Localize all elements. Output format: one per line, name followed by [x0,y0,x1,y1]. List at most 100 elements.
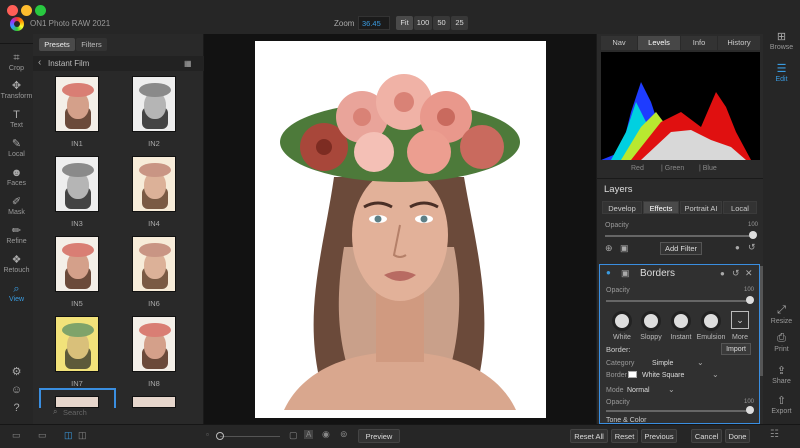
style-white-icon[interactable] [612,311,632,331]
zoom-fit-button[interactable]: Fit [396,16,413,30]
tab-develop[interactable]: Develop [602,201,642,214]
tab-nav[interactable]: Nav [601,36,637,50]
tool-view[interactable]: ⌕ View [0,283,33,303]
focus-mask-icon[interactable]: ⊚ [340,429,348,440]
opacity-slider[interactable] [605,235,755,237]
tab-levels[interactable]: Levels [638,36,680,50]
zoom-50-button[interactable]: 50 [433,16,450,30]
preset-thumbnail[interactable] [55,236,99,292]
tab-portrait-ai[interactable]: Portrait AI [680,201,722,214]
image-canvas[interactable] [204,34,596,424]
zoom-25-button[interactable]: 25 [451,16,468,30]
reset-all-button[interactable]: Reset All [570,429,608,443]
border-opacity-knob[interactable] [746,296,754,304]
chevron-down-icon[interactable]: ⌄ [731,311,749,329]
tool-local[interactable]: ✎ Local [0,138,33,158]
mask-overlay-icon[interactable]: ◉ [322,429,330,440]
tab-info[interactable]: Info [681,36,717,50]
reset-icon[interactable]: ↺ [748,242,756,253]
chevron-down-icon[interactable]: ⌄ [712,370,719,379]
tool-text[interactable]: T Text [0,109,33,129]
module-browse[interactable]: ⊞ Browse [763,30,800,51]
zoom-input[interactable]: 36.45 [358,16,390,30]
tone-color-section[interactable]: Tone & Color [606,417,646,424]
module-edit[interactable]: ☰ Edit [763,62,800,83]
zoom-out-icon[interactable]: ▫ [206,430,209,439]
crop-overlay-icon[interactable]: ▢ [289,430,298,441]
settings-icon[interactable]: ● [735,243,740,252]
border-select[interactable]: White Square [642,372,684,379]
filter-enabled-dot[interactable]: ● [606,268,611,277]
mode-select[interactable]: Normal [627,387,650,394]
mask-icon[interactable]: ▣ [621,268,630,279]
chevron-down-icon[interactable]: ⌄ [697,358,704,367]
import-button[interactable]: Import [721,343,751,355]
split-view-icon[interactable]: ◫ [78,430,87,441]
cancel-button[interactable]: Cancel [691,429,722,443]
previous-button[interactable]: Previous [641,429,677,443]
preset-thumbnail[interactable] [132,156,176,212]
settings-icon[interactable]: ● [720,269,725,278]
tool-crop[interactable]: ⌗ Crop [0,52,33,72]
module-export[interactable]: ⇧ Export [763,394,800,415]
single-view-icon[interactable]: ▭ [38,430,47,441]
style-instant-icon[interactable] [671,311,691,331]
zoom-slider-knob[interactable] [216,432,224,440]
text-overlay-icon[interactable]: A [304,430,314,439]
module-print[interactable]: ⎙ Print [763,332,800,353]
tab-presets[interactable]: Presets [39,38,75,51]
preset-thumbnail[interactable] [132,316,176,372]
search-input[interactable]: Search [63,408,87,417]
style-sloppy-icon[interactable] [641,311,661,331]
tool-mask[interactable]: ✐ Mask [0,196,33,216]
preview-button[interactable]: Preview [358,429,400,443]
module-resize[interactable]: ⤢ Resize [763,304,800,325]
tool-help[interactable]: ? [0,402,33,415]
border-opacity-slider[interactable] [606,300,750,302]
preset-thumbnail[interactable] [132,396,176,408]
zoom-100-button[interactable]: 100 [414,16,432,30]
filmstrip-icon[interactable]: ▭ [12,430,21,441]
done-button[interactable]: Done [725,429,750,443]
compare-view-icon[interactable]: ◫ [64,430,73,441]
tab-filters[interactable]: Filters [76,38,107,51]
opacity2-slider[interactable] [606,410,750,412]
layer-icon[interactable]: ⊕ [605,243,613,254]
close-window-button[interactable] [7,5,18,16]
reset-button[interactable]: Reset [611,429,638,443]
tool-account[interactable]: ☺ [0,384,33,397]
channel-blue[interactable]: | Blue [699,165,717,172]
panel-toggle-icon[interactable]: ☷ [770,429,779,440]
chevron-down-icon[interactable]: ⌄ [668,385,675,394]
preset-thumbnail[interactable] [132,76,176,132]
tab-local[interactable]: Local [723,201,757,214]
module-share[interactable]: ⇪ Share [763,364,800,385]
channel-green[interactable]: | Green [661,165,684,172]
tool-retouch[interactable]: ❖ Retouch [0,254,33,274]
preset-thumbnail[interactable] [132,236,176,292]
opacity2-knob[interactable] [746,406,754,414]
preset-thumbnail[interactable] [55,76,99,132]
grid-view-icon[interactable]: ▦ [184,59,192,68]
add-filter-button[interactable]: Add Filter [660,242,702,255]
tab-effects[interactable]: Effects [643,201,679,214]
selected-preset-frame[interactable] [39,388,116,408]
tool-refine[interactable]: ✏ Refine [0,225,33,245]
style-emulsion-icon[interactable] [701,311,721,331]
mask-icon[interactable]: ▣ [620,243,629,254]
zoom-slider[interactable] [220,436,280,437]
category-select[interactable]: Simple [652,360,673,367]
preset-thumbnail[interactable] [55,156,99,212]
tool-faces[interactable]: ☻ Faces [0,167,33,187]
tool-settings[interactable]: ⚙ [0,366,33,379]
channel-red[interactable]: Red [631,165,644,172]
zoom-window-button[interactable] [35,5,46,16]
tool-transform[interactable]: ✥ Transform [0,80,33,100]
preset-thumbnail[interactable] [55,316,99,372]
chevron-left-icon[interactable]: ‹ [38,57,41,68]
reset-icon[interactable]: ↺ [732,268,740,279]
tab-history[interactable]: History [718,36,760,50]
minimize-window-button[interactable] [21,5,32,16]
opacity-slider-knob[interactable] [749,231,757,239]
close-icon[interactable]: ✕ [745,268,753,279]
